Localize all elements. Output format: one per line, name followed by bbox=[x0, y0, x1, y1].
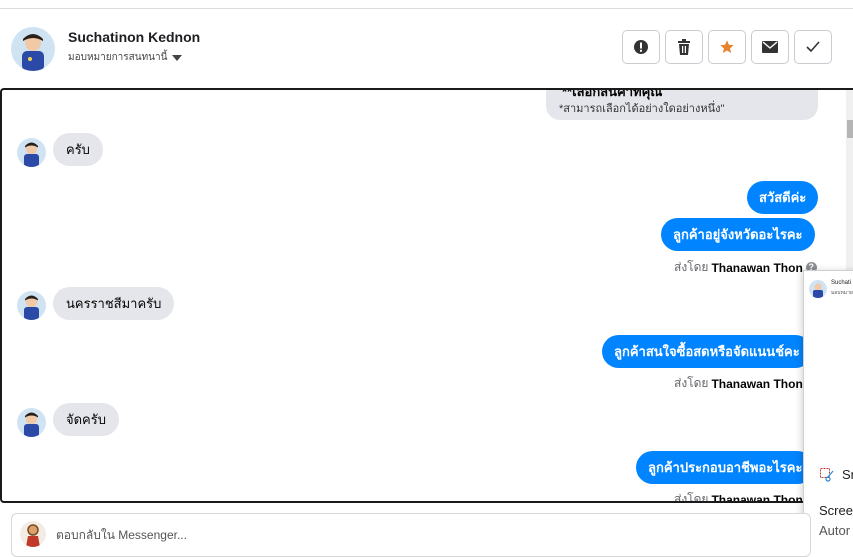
incoming-message: นครราชสีมาครับ bbox=[53, 287, 175, 320]
quick-reply-card: **เลือกสินค้าที่คุณ *สามารถเลือกได้อย่าง… bbox=[546, 90, 818, 120]
assign-conversation-dropdown[interactable]: มอบหมายการสนทนานี้ bbox=[68, 50, 183, 65]
scrollbar-thumb[interactable] bbox=[847, 120, 853, 138]
caret-down-icon bbox=[172, 54, 183, 61]
sent-by-prefix: ส่งโดย bbox=[674, 492, 709, 503]
outgoing-message: สวัสดีค่ะ bbox=[747, 181, 819, 214]
alert-icon bbox=[634, 40, 648, 54]
star-icon bbox=[720, 40, 734, 53]
envelope-icon bbox=[762, 41, 778, 53]
customer-name: Suchatinon Kednon bbox=[68, 29, 201, 45]
outgoing-message: ลูกค้าสนใจซื้อสดหรือจัดแนนช์คะ bbox=[602, 335, 812, 368]
mark-done-button[interactable] bbox=[794, 30, 832, 64]
check-icon bbox=[806, 41, 820, 53]
sender-name: Thanawan Thon bbox=[711, 376, 803, 391]
customer-avatar-small bbox=[17, 291, 46, 320]
customer-avatar-small bbox=[17, 138, 46, 167]
popup-screen-label: Scree bbox=[819, 503, 853, 518]
outgoing-message: ลูกค้าประกอบอาชีพอะไรคะ bbox=[636, 451, 815, 484]
popup-auto-label: Autor bbox=[819, 523, 851, 538]
sender-name: Thanawan Thon bbox=[711, 260, 803, 275]
popup-name: Suchati bbox=[831, 280, 852, 286]
reply-input[interactable] bbox=[56, 524, 756, 546]
scissors-icon bbox=[820, 467, 834, 482]
card-note: *สามารถเลือกได้อย่างใดอย่างหนึ่ง" bbox=[559, 103, 725, 115]
mark-spam-button[interactable] bbox=[622, 30, 660, 64]
conversation-header: Suchatinon Kednon มอบหมายการสนทนานี้ bbox=[0, 9, 853, 88]
agent-avatar bbox=[20, 521, 46, 547]
customer-avatar-small bbox=[17, 408, 46, 437]
sent-by-prefix: ส่งโดย bbox=[674, 376, 709, 390]
tool-label: Sn bbox=[842, 467, 853, 482]
message-thread[interactable]: **เลือกสินค้าที่คุณ *สามารถเลือกได้อย่าง… bbox=[0, 88, 853, 503]
incoming-message: จัดครับ bbox=[53, 403, 119, 436]
popup-sub: มอบหมาย bbox=[831, 290, 853, 296]
star-button[interactable] bbox=[708, 30, 746, 64]
customer-avatar[interactable] bbox=[11, 27, 55, 71]
delete-button[interactable] bbox=[665, 30, 703, 64]
overlay-window[interactable]: Suchati มอบหมาย Sn Scree Autor bbox=[803, 270, 853, 557]
sent-by-label: ส่งโดย Thanawan Thon ? bbox=[674, 258, 817, 277]
popup-avatar bbox=[809, 280, 827, 298]
email-button[interactable] bbox=[751, 30, 789, 64]
sent-by-prefix: ส่งโดย bbox=[674, 260, 709, 274]
trash-icon bbox=[678, 39, 690, 55]
snipping-tool-item[interactable]: Sn bbox=[820, 467, 853, 482]
outgoing-message: ลูกค้าอยู่จังหวัดอะไรคะ bbox=[661, 218, 815, 251]
inbox-conversation-view: Suchatinon Kednon มอบหมายการสนทนานี้ **เ… bbox=[0, 0, 853, 557]
sent-by-label: ส่งโดย Thanawan Thon bbox=[674, 490, 803, 503]
sent-by-label: ส่งโดย Thanawan Thon bbox=[674, 374, 803, 393]
sender-name: Thanawan Thon bbox=[711, 492, 803, 503]
incoming-message: ครับ bbox=[53, 133, 103, 166]
assign-label: มอบหมายการสนทนานี้ bbox=[68, 52, 168, 63]
reply-composer bbox=[11, 513, 811, 557]
conversation-actions bbox=[622, 30, 832, 64]
